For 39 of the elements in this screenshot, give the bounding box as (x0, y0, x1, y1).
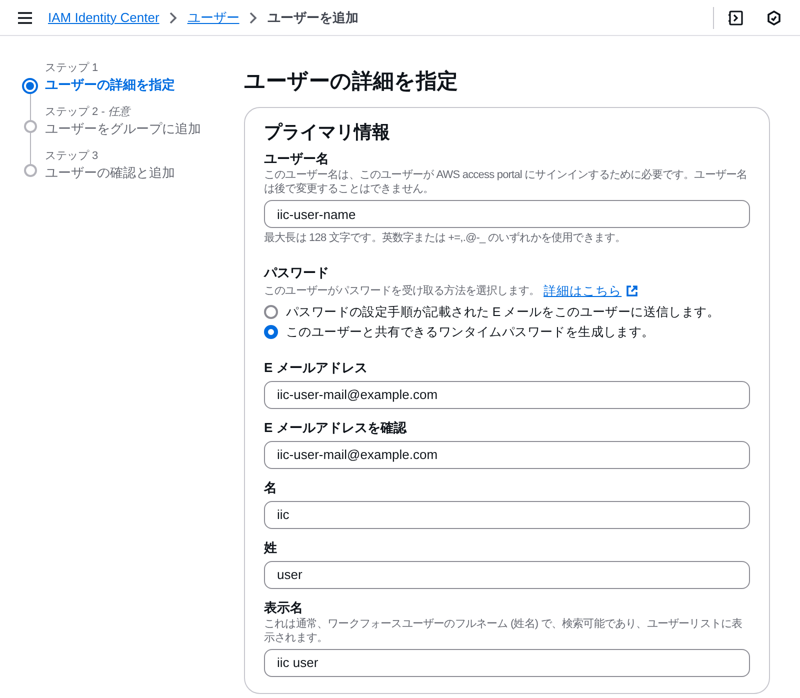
field-description: このユーザーがパスワードを受け取る方法を選択します。 (264, 284, 540, 300)
step-title[interactable]: ユーザーをグループに追加 (45, 120, 201, 138)
hexagon-icon[interactable] (766, 10, 782, 26)
radio-option[interactable]: パスワードの設定手順が記載された E メールをこのユーザーに送信します。 (264, 302, 750, 321)
field-label: 表示名 (264, 598, 304, 617)
radio-button[interactable] (264, 304, 278, 319)
step-number: ステップ 2 - 任意 (45, 104, 132, 120)
step-title[interactable]: ユーザーの詳細を指定 (45, 76, 175, 94)
chevron-icon (249, 12, 258, 24)
text-input[interactable]: iic-user-mail@example.com (264, 380, 750, 409)
step-number: ステップ 3 (45, 148, 100, 164)
chevron-icon (169, 12, 178, 24)
step-number: ステップ 1 (45, 60, 100, 76)
text-input[interactable]: iic user (264, 648, 750, 677)
text-input[interactable]: iic-user-mail@example.com (264, 440, 750, 469)
field-constraint: 最大長は 128 文字です。英数字または +=,.@-_ のいずれかを使用できます。 (264, 231, 627, 246)
field-description: このユーザー名は、このユーザーが AWS access portal にサインインするために必要です。ユーザー名は後で変更することはできません。 (264, 168, 748, 196)
field-label: 姓 (264, 538, 278, 557)
breadcrumb-current: ユーザーを追加 (267, 8, 358, 27)
text-input[interactable]: iic (264, 500, 750, 529)
menu-icon[interactable] (18, 12, 32, 24)
breadcrumb-link[interactable]: ユーザー (187, 8, 240, 28)
field-label: 名 (264, 478, 278, 497)
card-title: プライマリ情報 (264, 121, 391, 144)
field-label: E メールアドレスを確認 (264, 418, 408, 437)
field-description: これは通常、ワークフォースユーザーのフルネーム (姓名) で、検索可能であり、ユーザーリストに表示されます。 (264, 616, 744, 645)
breadcrumb-link[interactable]: IAM Identity Center (48, 8, 160, 28)
radio-option[interactable]: このユーザーと共有できるワンタイムパスワードを生成します。 (264, 322, 750, 341)
step-title[interactable]: ユーザーの確認と追加 (45, 164, 175, 182)
learn-more-link[interactable]: 詳細はこちら (544, 282, 622, 301)
panel-icon[interactable] (728, 10, 744, 26)
field-label: ユーザー名 (264, 150, 330, 168)
text-input[interactable]: user (264, 560, 750, 589)
external-link-icon (626, 285, 638, 298)
radio-button[interactable] (264, 324, 278, 339)
field-label: パスワード (264, 264, 330, 282)
field-label: E メールアドレス (264, 358, 368, 377)
page-title: ユーザーの詳細を指定 (244, 68, 459, 95)
text-input[interactable]: iic-user-name (264, 200, 750, 228)
